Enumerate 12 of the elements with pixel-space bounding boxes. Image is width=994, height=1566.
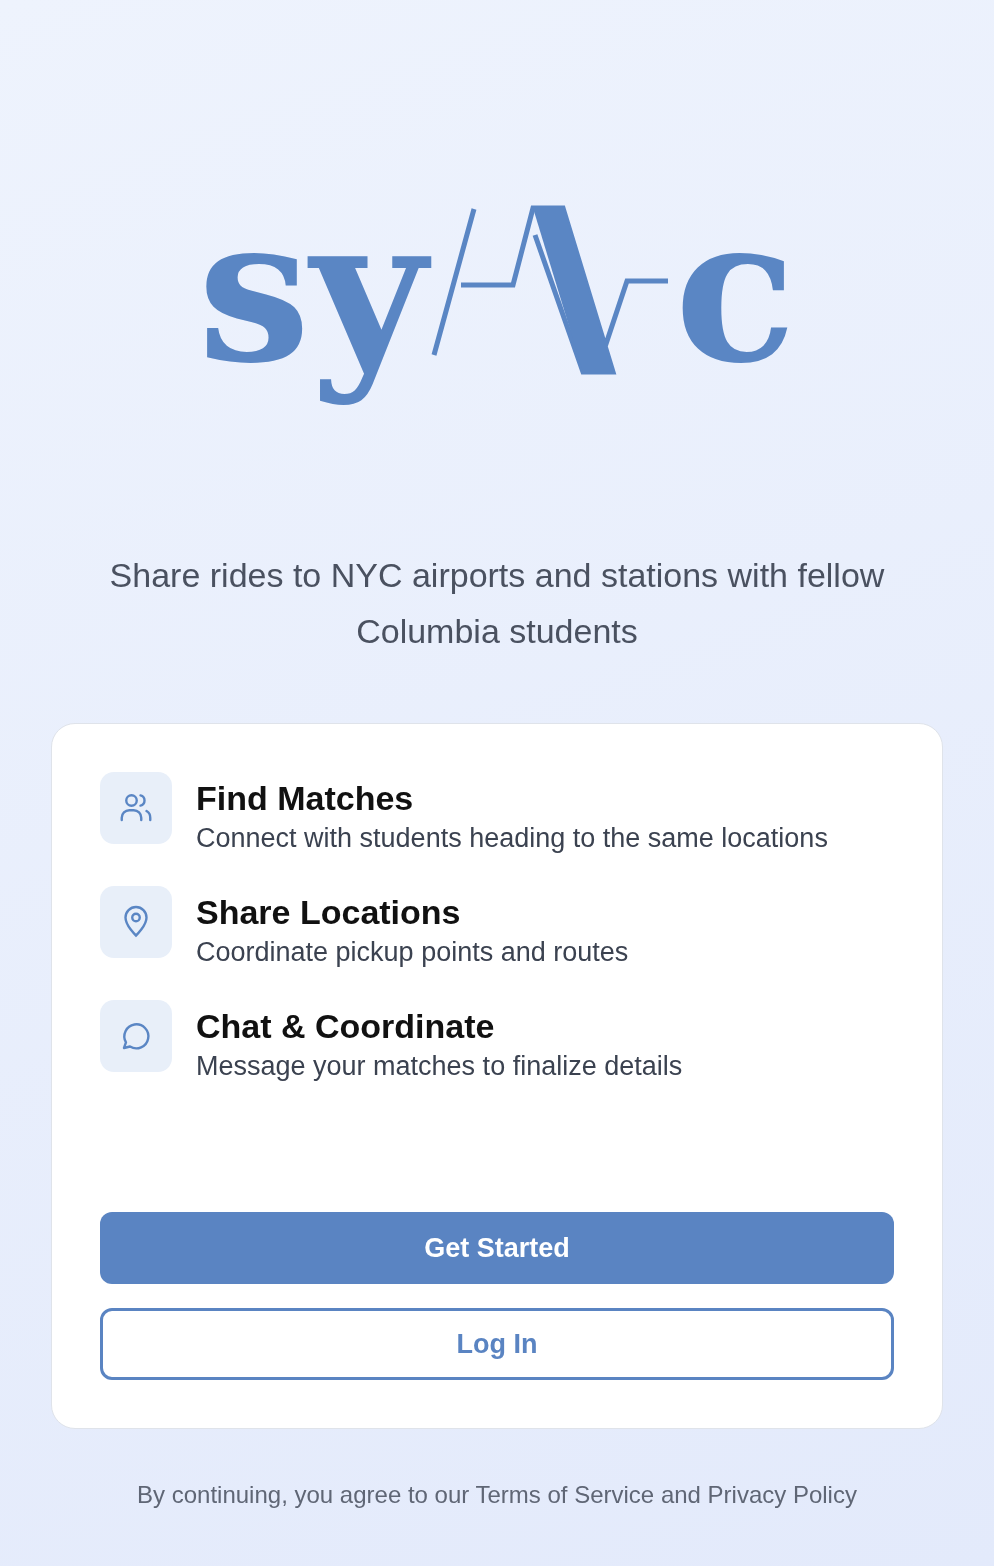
feature-title: Chat & Coordinate — [196, 1006, 496, 1047]
feature-description: Coordinate pickup points and routes — [196, 936, 629, 969]
logo-text: sy — [187, 155, 437, 425]
feature-description: Connect with students heading to the same locations — [196, 822, 828, 855]
tagline: Share rides to NYC airports and stations with fellow Columbia students — [108, 555, 886, 652]
log-in-button[interactable]: Log In — [100, 1308, 894, 1380]
feature-title: Share Locations — [196, 892, 462, 933]
logo-text: c — [673, 171, 798, 409]
feature-description: Message your matches to finalize details — [196, 1050, 683, 1083]
get-started-button[interactable]: Get Started — [100, 1212, 894, 1284]
feature-title: Find Matches — [196, 778, 415, 819]
footer-note: By continuing, you agree to our Terms of Service and Privacy Policy — [137, 1481, 857, 1509]
